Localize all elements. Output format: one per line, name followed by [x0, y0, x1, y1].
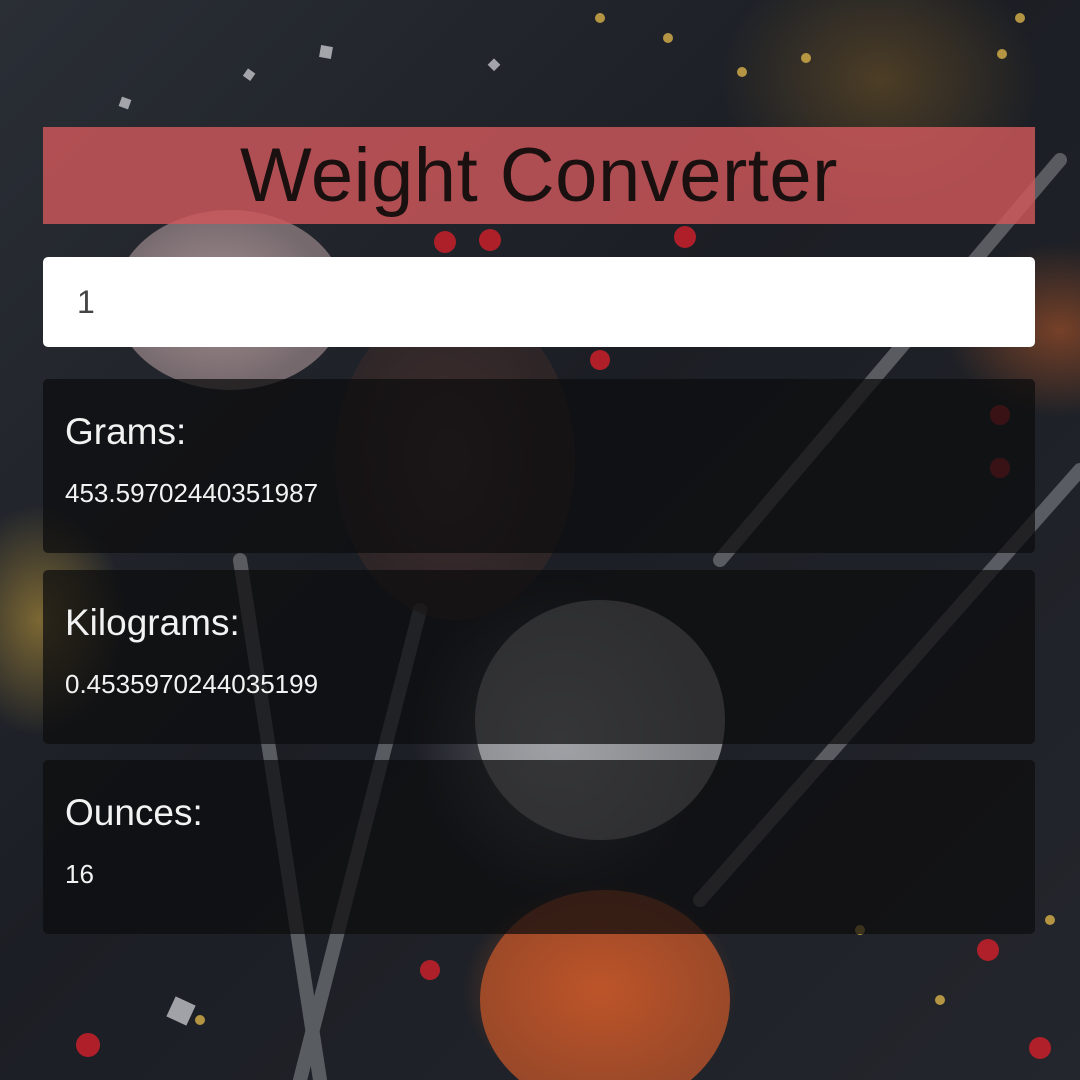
ounces-result-card: Ounces: 16	[43, 760, 1035, 934]
kilograms-label: Kilograms:	[65, 602, 240, 643]
grams-value: 453.59702440351987	[65, 478, 319, 508]
title-bar: Weight Converter	[43, 127, 1035, 224]
weight-input[interactable]	[43, 257, 1035, 347]
page-title: Weight Converter	[240, 132, 838, 218]
grams-label: Grams:	[65, 411, 187, 452]
grams-result-card: Grams: 453.59702440351987	[43, 379, 1035, 553]
ounces-value: 16	[65, 859, 94, 889]
ounces-label: Ounces:	[65, 792, 203, 833]
kilograms-value: 0.4535970244035199	[65, 669, 319, 699]
kilograms-result-card: Kilograms: 0.4535970244035199	[43, 570, 1035, 744]
